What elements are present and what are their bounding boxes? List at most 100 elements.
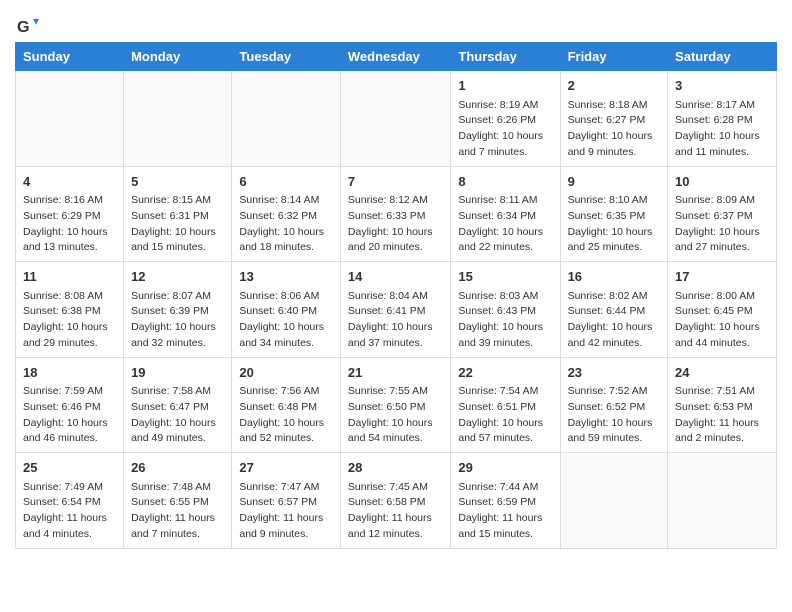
calendar-cell: 8Sunrise: 8:11 AM Sunset: 6:34 PM Daylig…: [451, 166, 560, 262]
calendar-cell: 6Sunrise: 8:14 AM Sunset: 6:32 PM Daylig…: [232, 166, 341, 262]
week-row-4: 18Sunrise: 7:59 AM Sunset: 6:46 PM Dayli…: [16, 357, 777, 453]
calendar-cell: 2Sunrise: 8:18 AM Sunset: 6:27 PM Daylig…: [560, 71, 667, 167]
day-number: 7: [348, 172, 443, 192]
day-number: 16: [568, 267, 660, 287]
day-info: Sunrise: 8:07 AM Sunset: 6:39 PM Dayligh…: [131, 289, 224, 352]
col-header-monday: Monday: [124, 43, 232, 71]
calendar-cell: 7Sunrise: 8:12 AM Sunset: 6:33 PM Daylig…: [340, 166, 450, 262]
day-info: Sunrise: 8:11 AM Sunset: 6:34 PM Dayligh…: [458, 193, 552, 256]
calendar-cell: 5Sunrise: 8:15 AM Sunset: 6:31 PM Daylig…: [124, 166, 232, 262]
week-row-3: 11Sunrise: 8:08 AM Sunset: 6:38 PM Dayli…: [16, 262, 777, 358]
day-info: Sunrise: 8:02 AM Sunset: 6:44 PM Dayligh…: [568, 289, 660, 352]
svg-text:G: G: [17, 18, 30, 36]
calendar-cell: 25Sunrise: 7:49 AM Sunset: 6:54 PM Dayli…: [16, 453, 124, 549]
day-number: 6: [239, 172, 333, 192]
logo: G: [15, 16, 41, 38]
calendar-cell: 1Sunrise: 8:19 AM Sunset: 6:26 PM Daylig…: [451, 71, 560, 167]
day-info: Sunrise: 8:16 AM Sunset: 6:29 PM Dayligh…: [23, 193, 116, 256]
day-info: Sunrise: 7:58 AM Sunset: 6:47 PM Dayligh…: [131, 384, 224, 447]
day-number: 10: [675, 172, 769, 192]
day-number: 12: [131, 267, 224, 287]
col-header-sunday: Sunday: [16, 43, 124, 71]
day-info: Sunrise: 8:09 AM Sunset: 6:37 PM Dayligh…: [675, 193, 769, 256]
day-number: 25: [23, 458, 116, 478]
calendar-cell: 21Sunrise: 7:55 AM Sunset: 6:50 PM Dayli…: [340, 357, 450, 453]
day-info: Sunrise: 7:45 AM Sunset: 6:58 PM Dayligh…: [348, 480, 443, 543]
calendar-cell: 9Sunrise: 8:10 AM Sunset: 6:35 PM Daylig…: [560, 166, 667, 262]
day-info: Sunrise: 7:48 AM Sunset: 6:55 PM Dayligh…: [131, 480, 224, 543]
day-number: 11: [23, 267, 116, 287]
calendar-cell: 15Sunrise: 8:03 AM Sunset: 6:43 PM Dayli…: [451, 262, 560, 358]
week-row-5: 25Sunrise: 7:49 AM Sunset: 6:54 PM Dayli…: [16, 453, 777, 549]
day-number: 27: [239, 458, 333, 478]
day-number: 24: [675, 363, 769, 383]
day-info: Sunrise: 7:49 AM Sunset: 6:54 PM Dayligh…: [23, 480, 116, 543]
day-info: Sunrise: 8:10 AM Sunset: 6:35 PM Dayligh…: [568, 193, 660, 256]
day-info: Sunrise: 8:15 AM Sunset: 6:31 PM Dayligh…: [131, 193, 224, 256]
day-number: 17: [675, 267, 769, 287]
logo-icon: G: [17, 16, 39, 38]
day-info: Sunrise: 7:51 AM Sunset: 6:53 PM Dayligh…: [675, 384, 769, 447]
calendar-cell: 18Sunrise: 7:59 AM Sunset: 6:46 PM Dayli…: [16, 357, 124, 453]
day-info: Sunrise: 8:08 AM Sunset: 6:38 PM Dayligh…: [23, 289, 116, 352]
day-number: 2: [568, 76, 660, 96]
col-header-wednesday: Wednesday: [340, 43, 450, 71]
week-row-2: 4Sunrise: 8:16 AM Sunset: 6:29 PM Daylig…: [16, 166, 777, 262]
calendar-cell: [560, 453, 667, 549]
header: G: [15, 10, 777, 38]
col-header-tuesday: Tuesday: [232, 43, 341, 71]
calendar-cell: 4Sunrise: 8:16 AM Sunset: 6:29 PM Daylig…: [16, 166, 124, 262]
day-info: Sunrise: 8:06 AM Sunset: 6:40 PM Dayligh…: [239, 289, 333, 352]
day-info: Sunrise: 8:00 AM Sunset: 6:45 PM Dayligh…: [675, 289, 769, 352]
day-number: 4: [23, 172, 116, 192]
day-number: 19: [131, 363, 224, 383]
calendar-cell: 19Sunrise: 7:58 AM Sunset: 6:47 PM Dayli…: [124, 357, 232, 453]
day-number: 28: [348, 458, 443, 478]
day-number: 20: [239, 363, 333, 383]
day-number: 22: [458, 363, 552, 383]
calendar-cell: 29Sunrise: 7:44 AM Sunset: 6:59 PM Dayli…: [451, 453, 560, 549]
calendar-cell: 11Sunrise: 8:08 AM Sunset: 6:38 PM Dayli…: [16, 262, 124, 358]
day-info: Sunrise: 7:44 AM Sunset: 6:59 PM Dayligh…: [458, 480, 552, 543]
day-info: Sunrise: 7:52 AM Sunset: 6:52 PM Dayligh…: [568, 384, 660, 447]
day-number: 9: [568, 172, 660, 192]
day-number: 3: [675, 76, 769, 96]
calendar-cell: 3Sunrise: 8:17 AM Sunset: 6:28 PM Daylig…: [668, 71, 777, 167]
col-header-thursday: Thursday: [451, 43, 560, 71]
col-header-saturday: Saturday: [668, 43, 777, 71]
day-number: 23: [568, 363, 660, 383]
day-info: Sunrise: 8:17 AM Sunset: 6:28 PM Dayligh…: [675, 98, 769, 161]
day-info: Sunrise: 8:12 AM Sunset: 6:33 PM Dayligh…: [348, 193, 443, 256]
day-info: Sunrise: 7:54 AM Sunset: 6:51 PM Dayligh…: [458, 384, 552, 447]
calendar-cell: [124, 71, 232, 167]
day-number: 26: [131, 458, 224, 478]
day-number: 1: [458, 76, 552, 96]
day-number: 15: [458, 267, 552, 287]
calendar-cell: 26Sunrise: 7:48 AM Sunset: 6:55 PM Dayli…: [124, 453, 232, 549]
calendar-cell: 24Sunrise: 7:51 AM Sunset: 6:53 PM Dayli…: [668, 357, 777, 453]
day-number: 14: [348, 267, 443, 287]
day-info: Sunrise: 8:04 AM Sunset: 6:41 PM Dayligh…: [348, 289, 443, 352]
calendar-cell: 13Sunrise: 8:06 AM Sunset: 6:40 PM Dayli…: [232, 262, 341, 358]
day-info: Sunrise: 7:55 AM Sunset: 6:50 PM Dayligh…: [348, 384, 443, 447]
calendar-cell: 16Sunrise: 8:02 AM Sunset: 6:44 PM Dayli…: [560, 262, 667, 358]
day-info: Sunrise: 7:47 AM Sunset: 6:57 PM Dayligh…: [239, 480, 333, 543]
title-area: [41, 10, 777, 12]
calendar-cell: 10Sunrise: 8:09 AM Sunset: 6:37 PM Dayli…: [668, 166, 777, 262]
week-row-1: 1Sunrise: 8:19 AM Sunset: 6:26 PM Daylig…: [16, 71, 777, 167]
calendar-cell: 27Sunrise: 7:47 AM Sunset: 6:57 PM Dayli…: [232, 453, 341, 549]
calendar-cell: 12Sunrise: 8:07 AM Sunset: 6:39 PM Dayli…: [124, 262, 232, 358]
day-info: Sunrise: 7:56 AM Sunset: 6:48 PM Dayligh…: [239, 384, 333, 447]
day-number: 13: [239, 267, 333, 287]
day-number: 29: [458, 458, 552, 478]
calendar-cell: [668, 453, 777, 549]
day-info: Sunrise: 7:59 AM Sunset: 6:46 PM Dayligh…: [23, 384, 116, 447]
calendar-cell: 23Sunrise: 7:52 AM Sunset: 6:52 PM Dayli…: [560, 357, 667, 453]
calendar-cell: 28Sunrise: 7:45 AM Sunset: 6:58 PM Dayli…: [340, 453, 450, 549]
day-number: 18: [23, 363, 116, 383]
day-info: Sunrise: 8:14 AM Sunset: 6:32 PM Dayligh…: [239, 193, 333, 256]
calendar-cell: 22Sunrise: 7:54 AM Sunset: 6:51 PM Dayli…: [451, 357, 560, 453]
day-info: Sunrise: 8:03 AM Sunset: 6:43 PM Dayligh…: [458, 289, 552, 352]
day-number: 8: [458, 172, 552, 192]
col-header-friday: Friday: [560, 43, 667, 71]
